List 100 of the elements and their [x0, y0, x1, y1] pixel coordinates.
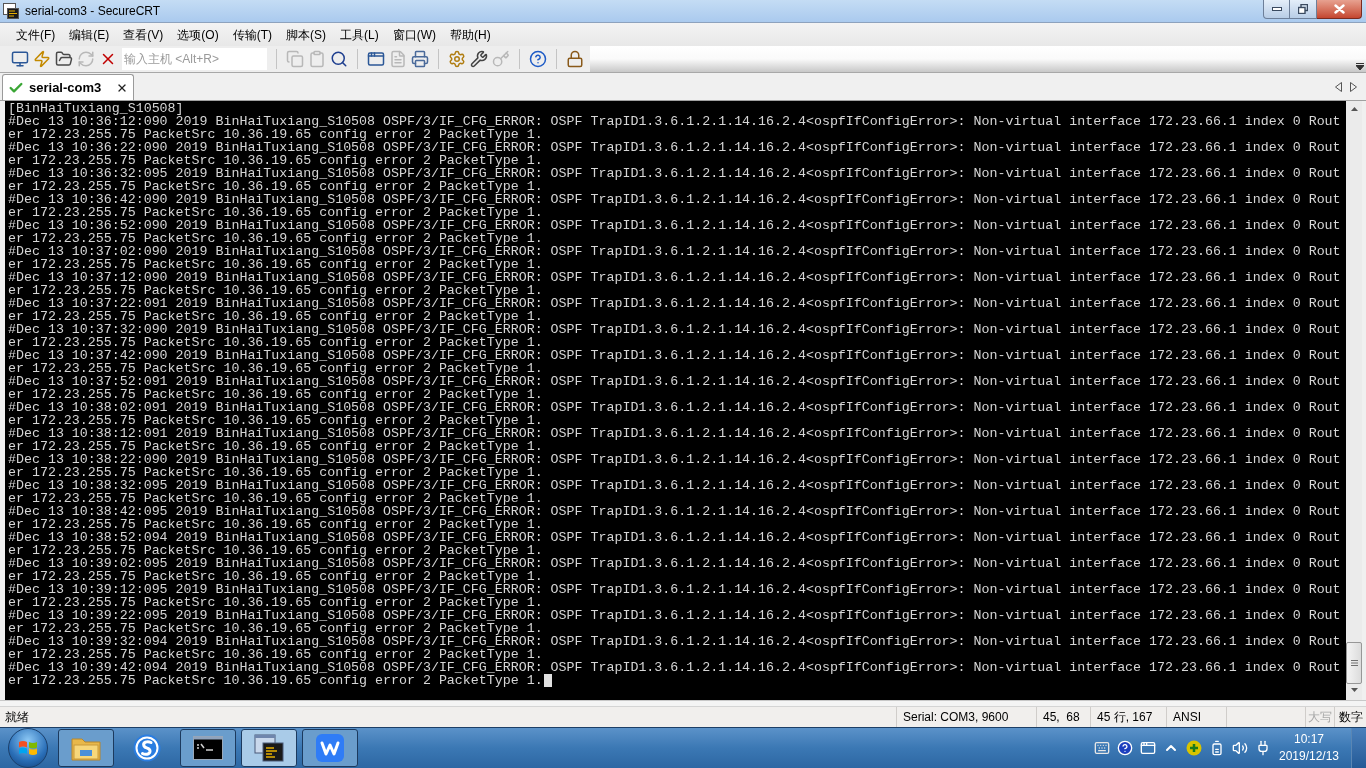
terminal-line: #Dec 13 10:36:52:090 2019 BinHaiTuxiang_S10508 OSPF/3/IF_CFG_ERROR: OSPF TrapID1.3.6.1.2.1.14.16.2.4<ospfIfConfigError>: Non-virtual interface 172.23.66.1 index 0 Rout: [8, 219, 1341, 232]
scrollbar[interactable]: [1346, 101, 1362, 700]
terminal-line: #Dec 13 10:37:02:090 2019 BinHaiTuxiang_S10508 OSPF/3/IF_CFG_ERROR: OSPF TrapID1.3.6.1.2.1.14.16.2.4<ospfIfConfigError>: Non-virtual interface 172.23.66.1 index 0 Rout: [8, 245, 1341, 258]
menu-item[interactable]: 窗口(W): [385, 25, 443, 44]
terminal-line: er 172.23.255.75 PacketSrc 10.36.19.65 config error 2 PacketType 1.: [8, 128, 543, 141]
terminal-line: #Dec 13 10:36:32:095 2019 BinHaiTuxiang_S10508 OSPF/3/IF_CFG_ERROR: OSPF TrapID1.3.6.1.2.1.14.16.2.4<ospfIfConfigError>: Non-virtual interface 172.23.66.1 index 0 Rout: [8, 167, 1341, 180]
menu-item[interactable]: 查看(V): [116, 25, 171, 44]
clock-time: 10:17: [1294, 731, 1324, 748]
connection-status: Serial: COM3, 9600: [903, 709, 1009, 726]
terminal-line: #Dec 13 10:39:42:094 2019 BinHaiTuxiang_S10508 OSPF/3/IF_CFG_ERROR: OSPF TrapID1.3.6.1.2.1.14.16.2.4<ospfIfConfigError>: Non-virtual interface 172.23.66.1 index 0 Rout: [8, 661, 1341, 674]
flag-icon: [18, 739, 38, 757]
status-message: 就绪: [4, 709, 29, 726]
taskbar-button[interactable]: [241, 729, 297, 767]
menu-item[interactable]: 传输(T): [225, 25, 279, 44]
terminal-line: #Dec 13 10:37:22:091 2019 BinHaiTuxiang_S10508 OSPF/3/IF_CFG_ERROR: OSPF TrapID1.3.6.1.2.1.14.16.2.4<ospfIfConfigError>: Non-virtual interface 172.23.66.1 index 0 Rout: [8, 297, 1341, 310]
terminal-line: er 172.23.255.75 PacketSrc 10.36.19.65 config error 2 PacketType 1.: [8, 544, 543, 557]
terminal-line: er 172.23.255.75 PacketSrc 10.36.19.65 config error 2 PacketType 1.: [8, 466, 543, 479]
terminal-line: er 172.23.255.75 PacketSrc 10.36.19.65 config error 2 PacketType 1.: [8, 258, 543, 271]
restore-button[interactable]: [1290, 0, 1317, 19]
terminal-line: er 172.23.255.75 PacketSrc 10.36.19.65 config error 2 PacketType 1.: [8, 596, 543, 609]
terminal-line: er 172.23.255.75 PacketSrc 10.36.19.65 config error 2 PacketType 1.: [8, 362, 543, 375]
key-indicator: 大写: [1308, 709, 1332, 726]
terminal-line: er 172.23.255.75 PacketSrc 10.36.19.65 config error 2 PacketType 1.: [8, 440, 543, 453]
taskbar-button[interactable]: [180, 729, 236, 767]
plug-icon[interactable]: [1255, 740, 1271, 756]
terminal-line: er 172.23.255.75 PacketSrc 10.36.19.65 config error 2 PacketType 1.: [8, 206, 543, 219]
terminal-line: er 172.23.255.75 PacketSrc 10.36.19.65 config error 2 PacketType 1.: [8, 154, 543, 167]
terminal-line: #Dec 13 10:38:02:091 2019 BinHaiTuxiang_S10508 OSPF/3/IF_CFG_ERROR: OSPF TrapID1.3.6.1.2.1.14.16.2.4<ospfIfConfigError>: Non-virtual interface 172.23.66.1 index 0 Rout: [8, 401, 1341, 414]
terminal-line: er 172.23.255.75 PacketSrc 10.36.19.65 config error 2 PacketType 1.: [8, 310, 543, 323]
menu-item[interactable]: 选项(O): [170, 25, 226, 44]
taskbar-button[interactable]: [58, 729, 114, 767]
terminal-line: er 172.23.255.75 PacketSrc 10.36.19.65 config error 2 PacketType 1.: [8, 622, 543, 635]
terminal-line: #Dec 13 10:36:12:090 2019 BinHaiTuxiang_S10508 OSPF/3/IF_CFG_ERROR: OSPF TrapID1.3.6.1.2.1.14.16.2.4<ospfIfConfigError>: Non-virtual interface 172.23.66.1 index 0 Rout: [8, 115, 1341, 128]
terminal-line: #Dec 13 10:38:12:091 2019 BinHaiTuxiang_S10508 OSPF/3/IF_CFG_ERROR: OSPF TrapID1.3.6.1.2.1.14.16.2.4<ospfIfConfigError>: Non-virtual interface 172.23.66.1 index 0 Rout: [8, 427, 1341, 440]
terminal-line: er 172.23.255.75 PacketSrc 10.36.19.65 config error 2 PacketType 1.: [8, 180, 543, 193]
window-icon[interactable]: [367, 50, 385, 68]
zigzag-icon: [316, 734, 344, 762]
terminal-line: #Dec 13 10:37:52:091 2019 BinHaiTuxiang_S10508 OSPF/3/IF_CFG_ERROR: OSPF TrapID1.3.6.1.2.1.14.16.2.4<ospfIfConfigError>: Non-virtual interface 172.23.66.1 index 0 Rout: [8, 375, 1341, 388]
printer-icon[interactable]: [411, 50, 429, 68]
terminal-line: er 172.23.255.75 PacketSrc 10.36.19.65 config error 2 PacketType 1.: [8, 674, 543, 687]
battery-icon[interactable]: [1209, 740, 1225, 756]
host-field[interactable]: 输入主机 <Alt+R>: [122, 48, 267, 70]
help-icon[interactable]: [529, 50, 547, 68]
lock-icon[interactable]: [566, 50, 584, 68]
window-icon[interactable]: [1140, 740, 1156, 756]
folder-icon[interactable]: [55, 50, 73, 68]
terminal-line: #Dec 13 10:37:42:090 2019 BinHaiTuxiang_S10508 OSPF/3/IF_CFG_ERROR: OSPF TrapID1.3.6.1.2.1.14.16.2.4<ospfIfConfigError>: Non-virtual interface 172.23.66.1 index 0 Rout: [8, 349, 1341, 362]
terminal-line: #Dec 13 10:37:12:090 2019 BinHaiTuxiang_S10508 OSPF/3/IF_CFG_ERROR: OSPF TrapID1.3.6.1.2.1.14.16.2.4<ospfIfConfigError>: Non-virtual interface 172.23.66.1 index 0 Rout: [8, 271, 1341, 284]
search-icon[interactable]: [330, 50, 348, 68]
terminal-line: #Dec 13 10:36:22:090 2019 BinHaiTuxiang_S10508 OSPF/3/IF_CFG_ERROR: OSPF TrapID1.3.6.1.2.1.14.16.2.4<ospfIfConfigError>: Non-virtual interface 172.23.66.1 index 0 Rout: [8, 141, 1341, 154]
terminal-line: #Dec 13 10:36:42:090 2019 BinHaiTuxiang_S10508 OSPF/3/IF_CFG_ERROR: OSPF TrapID1.3.6.1.2.1.14.16.2.4<ospfIfConfigError>: Non-virtual interface 172.23.66.1 index 0 Rout: [8, 193, 1341, 206]
terminal-line: #Dec 13 10:38:52:094 2019 BinHaiTuxiang_S10508 OSPF/3/IF_CFG_ERROR: OSPF TrapID1.3.6.1.2.1.14.16.2.4<ospfIfConfigError>: Non-virtual interface 172.23.66.1 index 0 Rout: [8, 531, 1341, 544]
start-button[interactable]: [8, 728, 48, 768]
folder-icon: [71, 735, 101, 761]
menu-item[interactable]: 帮助(H): [443, 25, 498, 44]
down-arrow-icon[interactable]: [1350, 688, 1358, 692]
caret-icon[interactable]: [1356, 63, 1364, 70]
menu-item[interactable]: 编辑(E): [62, 25, 117, 44]
minimize-button[interactable]: [1263, 0, 1290, 19]
minimize-icon: [1271, 7, 1282, 11]
right-arrow-icon[interactable]: [1350, 81, 1357, 92]
grip-icon: [1350, 660, 1358, 666]
scrollbar-thumb[interactable]: [1346, 642, 1362, 684]
terminal-line: #Dec 13 10:37:32:090 2019 BinHaiTuxiang_S10508 OSPF/3/IF_CFG_ERROR: OSPF TrapID1.3.6.1.2.1.14.16.2.4<ospfIfConfigError>: Non-virtual interface 172.23.66.1 index 0 Rout: [8, 323, 1341, 336]
terminal-line: er 172.23.255.75 PacketSrc 10.36.19.65 config error 2 PacketType 1.: [8, 284, 543, 297]
window-title: serial-com3 - SecureCRT: [25, 3, 161, 20]
terminal-icon: [193, 736, 223, 760]
terminal-line: er 172.23.255.75 PacketSrc 10.36.19.65 config error 2 PacketType 1.: [8, 492, 543, 505]
menu-item[interactable]: 脚本(S): [279, 25, 333, 44]
menu-item[interactable]: 文件(F): [9, 25, 63, 44]
left-arrow-icon[interactable]: [1335, 81, 1342, 92]
clock-date: 2019/12/13: [1278, 748, 1340, 765]
app-window-icon: [3, 3, 19, 19]
swirl-icon: [133, 734, 161, 762]
taskbar-button[interactable]: [302, 729, 358, 767]
encoding-status: ANSI: [1173, 709, 1201, 726]
up-arrow-icon[interactable]: [1350, 107, 1358, 111]
terminal-line: #Dec 13 10:39:02:095 2019 BinHaiTuxiang_S10508 OSPF/3/IF_CFG_ERROR: OSPF TrapID1.3.6.1.2.1.14.16.2.4<ospfIfConfigError>: Non-virtual interface 172.23.66.1 index 0 Rout: [8, 557, 1341, 570]
keyboard-icon[interactable]: [1094, 740, 1110, 756]
terminal-size: 45 行, 167: [1097, 709, 1153, 726]
monitor-icon[interactable]: [11, 50, 29, 68]
speaker-icon[interactable]: [1232, 740, 1248, 756]
cursor-position: 45, 68: [1043, 709, 1080, 726]
stacked-windows-icon: [254, 734, 284, 762]
terminal-line: #Dec 13 10:39:22:095 2019 BinHaiTuxiang_S10508 OSPF/3/IF_CFG_ERROR: OSPF TrapID1.3.6.1.2.1.14.16.2.4<ospfIfConfigError>: Non-virtual interface 172.23.66.1 index 0 Rout: [8, 609, 1341, 622]
plus-circle-icon[interactable]: [1186, 740, 1202, 756]
terminal-line: er 172.23.255.75 PacketSrc 10.36.19.65 config error 2 PacketType 1.: [8, 414, 543, 427]
terminal-line: er 172.23.255.75 PacketSrc 10.36.19.65 config error 2 PacketType 1.: [8, 336, 543, 349]
wrench-icon[interactable]: [470, 50, 488, 68]
session-tab[interactable]: serial-com3: [2, 74, 135, 100]
terminal-line: er 172.23.255.75 PacketSrc 10.36.19.65 config error 2 PacketType 1.: [8, 518, 543, 531]
terminal-line: #Dec 13 10:39:32:094 2019 BinHaiTuxiang_S10508 OSPF/3/IF_CFG_ERROR: OSPF TrapID1.3.6.1.2.1.14.16.2.4<ospfIfConfigError>: Non-virtual interface 172.23.66.1 index 0 Rout: [8, 635, 1341, 648]
terminal-line: er 172.23.255.75 PacketSrc 10.36.19.65 config error 2 PacketType 1.: [8, 648, 543, 661]
terminal-line: #Dec 13 10:39:12:095 2019 BinHaiTuxiang_S10508 OSPF/3/IF_CFG_ERROR: OSPF TrapID1.3.6.1.2.1.14.16.2.4<ospfIfConfigError>: Non-virtual interface 172.23.66.1 index 0 Rout: [8, 583, 1341, 596]
key-indicator: 数字: [1338, 709, 1363, 726]
terminal-line: [BinHaiTuxiang_S10508]: [8, 102, 184, 115]
menu-item[interactable]: 工具(L): [333, 25, 386, 44]
terminal-line: er 172.23.255.75 PacketSrc 10.36.19.65 config error 2 PacketType 1.: [8, 570, 543, 583]
close-button[interactable]: [1317, 0, 1362, 19]
terminal-line: #Dec 13 10:38:22:090 2019 BinHaiTuxiang_S10508 OSPF/3/IF_CFG_ERROR: OSPF TrapID1.3.6.1.2.1.14.16.2.4<ospfIfConfigError>: Non-virtual interface 172.23.66.1 index 0 Rout: [8, 453, 1341, 466]
